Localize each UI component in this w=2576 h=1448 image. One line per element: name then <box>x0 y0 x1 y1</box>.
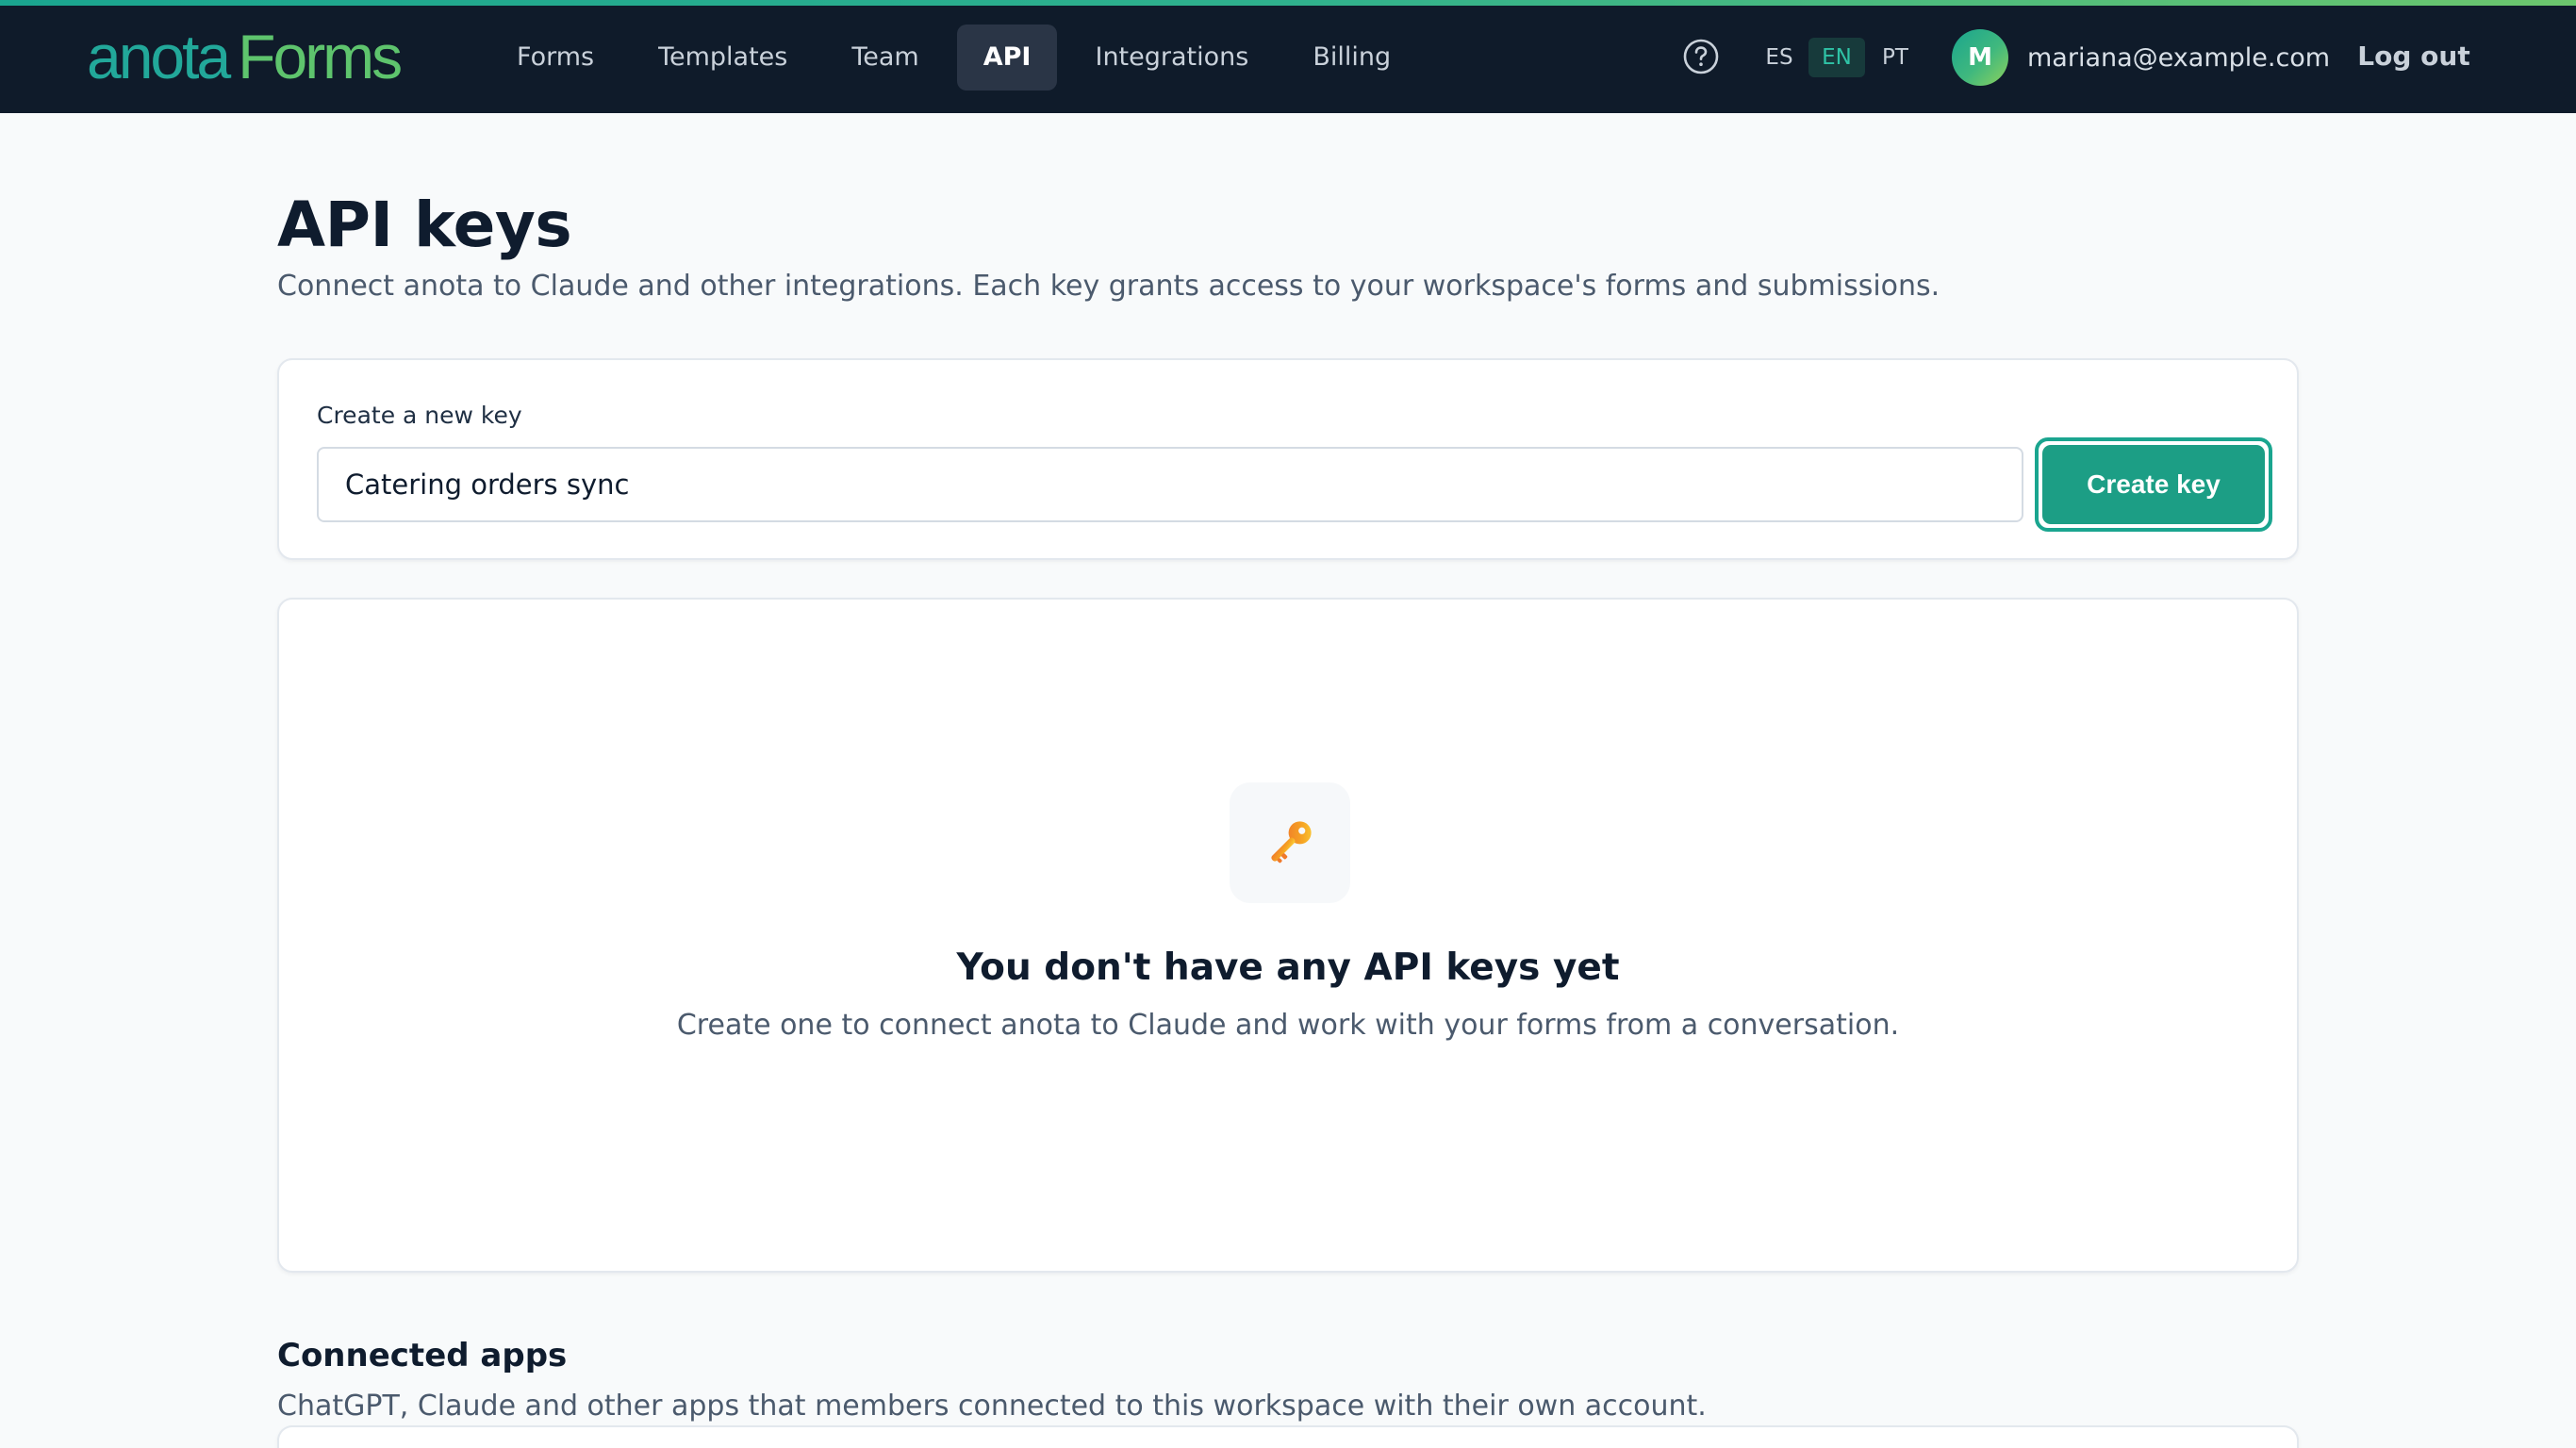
nav-item-billing[interactable]: Billing <box>1286 25 1417 90</box>
logo-product-text: Forms <box>238 22 403 91</box>
empty-state-description: Create one to connect anota to Claude an… <box>676 1009 1900 1042</box>
create-key-button-label: Create key <box>2042 445 2265 524</box>
connected-apps-description: ChatGPT, Claude and other apps that memb… <box>277 1390 1707 1423</box>
nav-item-forms[interactable]: Forms <box>490 25 620 90</box>
language-option-en[interactable]: EN <box>1808 38 1865 77</box>
logo-brand-text: anota <box>87 22 231 91</box>
logout-button[interactable]: Log out <box>2338 34 2489 79</box>
empty-state-title: You don't have any API keys yet <box>956 946 1620 989</box>
app-logo[interactable]: anota Forms <box>87 22 403 91</box>
nav-item-integrations[interactable]: Integrations <box>1068 25 1275 90</box>
nav-item-team[interactable]: Team <box>825 25 945 90</box>
create-key-card: Create a new key Create key <box>277 358 2299 560</box>
create-key-label: Create a new key <box>317 402 522 429</box>
connected-apps-card <box>277 1425 2299 1448</box>
main-nav: Forms Templates Team API Integrations Bi… <box>490 25 1428 90</box>
question-circle-icon[interactable] <box>1682 38 1720 75</box>
language-option-pt[interactable]: PT <box>1871 38 1920 77</box>
nav-item-templates[interactable]: Templates <box>632 25 814 90</box>
top-accent-line <box>0 0 2576 6</box>
top-navigation-bar: anota Forms Forms Templates Team API Int… <box>0 0 2576 113</box>
user-avatar[interactable]: M <box>1952 29 2008 86</box>
user-email: mariana@example.com <box>2027 43 2331 73</box>
api-keys-empty-state: You don't have any API keys yet Create o… <box>277 598 2299 1273</box>
language-option-es[interactable]: ES <box>1756 38 1803 77</box>
key-icon <box>1271 821 1312 864</box>
empty-state-icon-box <box>1230 782 1350 903</box>
nav-item-api[interactable]: API <box>956 25 1058 90</box>
connected-apps-title: Connected apps <box>277 1337 568 1374</box>
page-subtitle: Connect anota to Claude and other integr… <box>277 270 1940 303</box>
key-name-input[interactable] <box>317 447 2023 522</box>
create-key-button[interactable]: Create key <box>2035 437 2272 532</box>
page-title: API keys <box>277 189 572 261</box>
